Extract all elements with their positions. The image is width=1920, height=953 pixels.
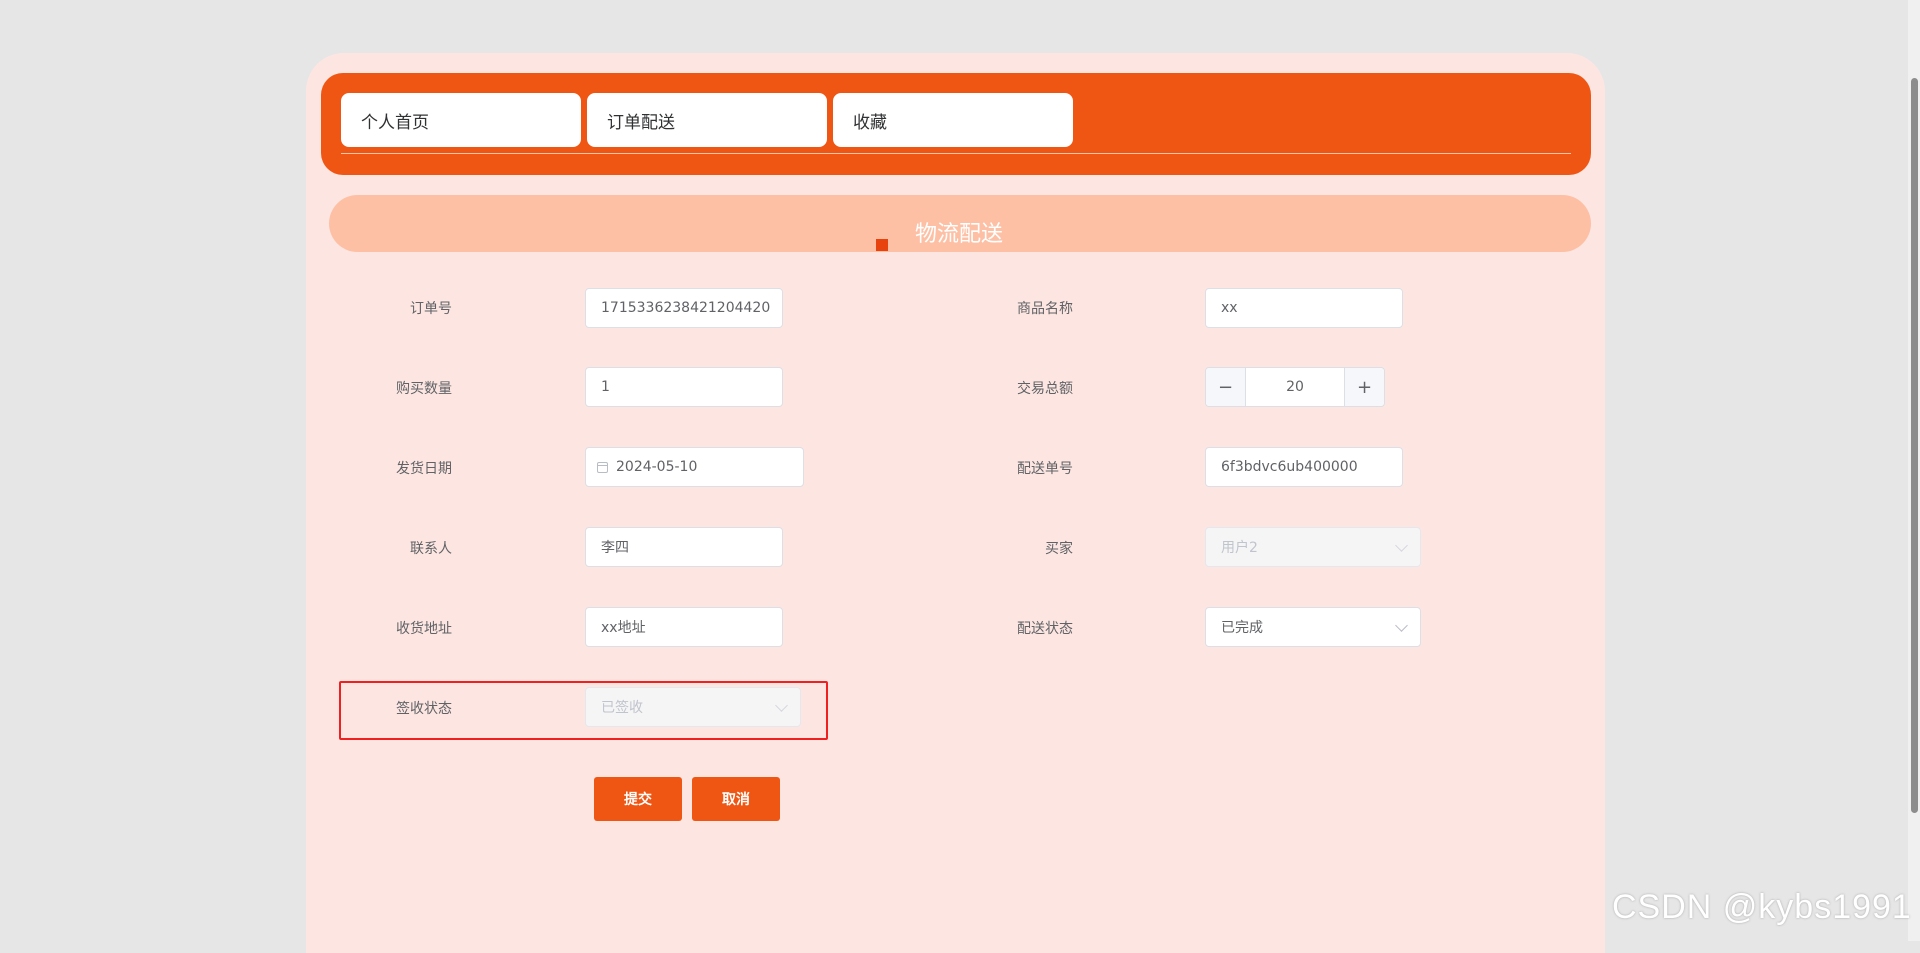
tab-order-delivery[interactable]: 订单配送 — [587, 93, 827, 147]
section-title: 物流配送 — [915, 222, 1004, 247]
delivery-no-input[interactable]: 6f3bdvc6ub400000 — [1205, 447, 1403, 487]
scrollbar-thumb[interactable] — [1911, 78, 1918, 813]
watermark: CSDN @kybs1991 — [1612, 888, 1912, 926]
total-stepper[interactable]: − 20 + — [1205, 367, 1385, 407]
quantity-label: 购买数量 — [396, 381, 452, 397]
buyer-value: 用户2 — [1221, 540, 1258, 556]
tab-favorites[interactable]: 收藏 — [833, 93, 1073, 147]
order-no-input[interactable]: 1715336238421204420 — [585, 288, 783, 328]
cancel-button[interactable]: 取消 — [692, 777, 780, 821]
contact-label: 联系人 — [410, 541, 452, 557]
chevron-down-icon — [1395, 619, 1408, 632]
tab-label: 订单配送 — [607, 112, 675, 133]
section-marker-icon — [876, 239, 888, 251]
product-name-input[interactable]: xx — [1205, 288, 1403, 328]
buyer-select[interactable]: 用户2 — [1205, 527, 1421, 567]
product-name-label: 商品名称 — [1017, 301, 1073, 317]
content-panel — [306, 53, 1605, 953]
address-input[interactable]: xx地址 — [585, 607, 783, 647]
highlight-annotation — [339, 681, 828, 740]
ship-date-value: 2024-05-10 — [616, 459, 698, 475]
product-name-value: xx — [1221, 300, 1238, 316]
section-header: 物流配送 — [329, 195, 1591, 252]
delivery-status-select[interactable]: 已完成 — [1205, 607, 1421, 647]
quantity-input[interactable]: 1 — [585, 367, 783, 407]
calendar-icon — [597, 461, 608, 473]
nav-divider — [341, 153, 1571, 154]
address-value: xx地址 — [601, 620, 646, 636]
tab-personal-home[interactable]: 个人首页 — [341, 93, 581, 147]
tab-label: 收藏 — [853, 112, 887, 133]
total-label: 交易总额 — [1017, 381, 1073, 397]
contact-value: 李四 — [601, 540, 629, 556]
address-label: 收货地址 — [396, 621, 452, 637]
tab-label: 个人首页 — [361, 112, 429, 133]
delivery-status-label: 配送状态 — [1017, 621, 1073, 637]
total-value[interactable]: 20 — [1246, 368, 1344, 406]
delivery-no-label: 配送单号 — [1017, 461, 1073, 477]
delivery-status-value: 已完成 — [1221, 620, 1263, 636]
quantity-value: 1 — [601, 379, 610, 395]
contact-input[interactable]: 李四 — [585, 527, 783, 567]
order-no-label: 订单号 — [410, 301, 452, 317]
top-navbar: 个人首页 订单配送 收藏 — [321, 73, 1591, 175]
ship-date-picker[interactable]: 2024-05-10 — [585, 447, 804, 487]
buyer-label: 买家 — [1045, 541, 1073, 557]
order-no-value: 1715336238421204420 — [601, 300, 771, 316]
chevron-down-icon — [1395, 539, 1408, 552]
ship-date-label: 发货日期 — [396, 461, 452, 477]
increment-button[interactable]: + — [1344, 368, 1384, 406]
submit-button[interactable]: 提交 — [594, 777, 682, 821]
delivery-no-value: 6f3bdvc6ub400000 — [1221, 459, 1358, 475]
decrement-button[interactable]: − — [1206, 368, 1246, 406]
